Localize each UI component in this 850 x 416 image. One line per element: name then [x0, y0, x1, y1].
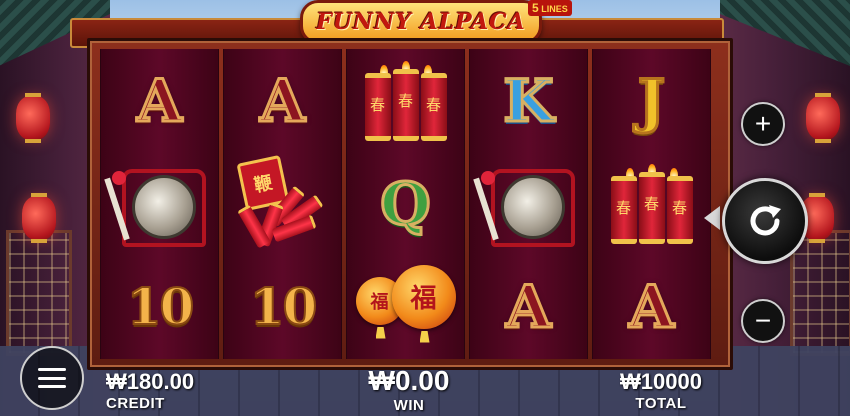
hanging-lantern-left: [16, 93, 50, 143]
win-value: ₩0.00: [368, 365, 450, 396]
reel-symbol: 春 春 春: [593, 152, 710, 255]
gong-icon: [472, 161, 575, 247]
lines-number: 5: [532, 1, 539, 15]
hanging-lantern-right: [806, 93, 840, 143]
reel-symbol: J: [593, 49, 710, 152]
menu-button[interactable]: [20, 346, 84, 410]
total-bet-display: ₩10000 TOTAL: [620, 369, 702, 412]
reel-frame: A 10 A 鞭 10 春 春 春 Q 福 福 K A J 春 春 春 A: [87, 38, 733, 370]
reel-5: J 春 春 春 A: [592, 49, 711, 359]
spin-button[interactable]: [722, 178, 808, 264]
refresh-icon: [750, 205, 781, 236]
game-title: FUNNY ALPACA: [316, 9, 526, 35]
right-window-lattice: [790, 230, 850, 356]
minus-icon: −: [754, 305, 772, 336]
chun-glyph: 春: [397, 91, 413, 110]
fu-lanterns-icon: 福 福: [352, 261, 460, 353]
spin-pointer-icon: [704, 206, 720, 230]
symbol-q: Q: [379, 169, 433, 238]
reel-3: 春 春 春 Q 福 福: [346, 49, 465, 359]
reel-2: A 鞭 10: [223, 49, 342, 359]
chun-glyph: 春: [615, 198, 631, 217]
credit-label: CREDIT: [106, 395, 165, 412]
reel-4: K A: [469, 49, 588, 359]
reel-symbol: A: [224, 49, 341, 152]
reel-symbol: 春 春 春: [347, 49, 464, 152]
total-label: TOTAL: [635, 395, 687, 412]
bet-increase-button[interactable]: +: [741, 102, 785, 146]
bet-decrease-button[interactable]: −: [741, 299, 785, 343]
credit-display: ₩180.00 CREDIT: [106, 369, 194, 412]
lines-label: LINES: [541, 4, 568, 14]
gong-icon: [103, 161, 206, 247]
chun-glyph: 春: [369, 95, 385, 114]
reel-symbol: 福 福: [347, 255, 464, 358]
chun-glyph: 春: [425, 95, 441, 114]
firecrackers-icon: 春 春 春: [361, 60, 451, 141]
symbol-10: 10: [126, 276, 196, 336]
reel-symbol: [101, 152, 218, 255]
symbol-k: K: [502, 66, 555, 135]
firecrackers-icon: 春 春 春: [607, 163, 697, 244]
total-value: ₩10000: [620, 369, 702, 394]
reel-symbol: A: [593, 255, 710, 358]
hanging-lantern-left-2: [22, 193, 56, 243]
reel-symbol: Q: [347, 152, 464, 255]
chun-glyph: 春: [671, 198, 687, 217]
reel-symbol: A: [470, 255, 587, 358]
symbol-a: A: [258, 66, 306, 135]
reel-1: A 10: [100, 49, 219, 359]
fu-lantern-large: 福: [391, 264, 456, 329]
left-window-lattice: [6, 230, 72, 356]
credit-value: ₩180.00: [106, 369, 195, 394]
symbol-10: 10: [249, 276, 319, 336]
hamburger-icon: [38, 368, 66, 388]
symbol-a: A: [504, 272, 552, 341]
reel-symbol: 鞭: [224, 152, 341, 255]
reel-symbol: A: [101, 49, 218, 152]
plus-icon: +: [754, 108, 772, 139]
reel-symbol: 10: [224, 255, 341, 358]
win-label: WIN: [393, 397, 425, 414]
symbol-j: J: [636, 66, 667, 135]
firework-icon: 鞭: [233, 154, 333, 249]
symbol-a: A: [135, 66, 183, 135]
reel-symbol: 10: [101, 255, 218, 358]
reel-symbol: K: [470, 49, 587, 152]
chun-glyph: 春: [643, 194, 659, 213]
win-display: ₩0.00 WIN: [361, 365, 457, 414]
symbol-a: A: [627, 272, 675, 341]
reel-symbol: [470, 152, 587, 255]
lines-badge: 5 LINES: [528, 0, 572, 16]
